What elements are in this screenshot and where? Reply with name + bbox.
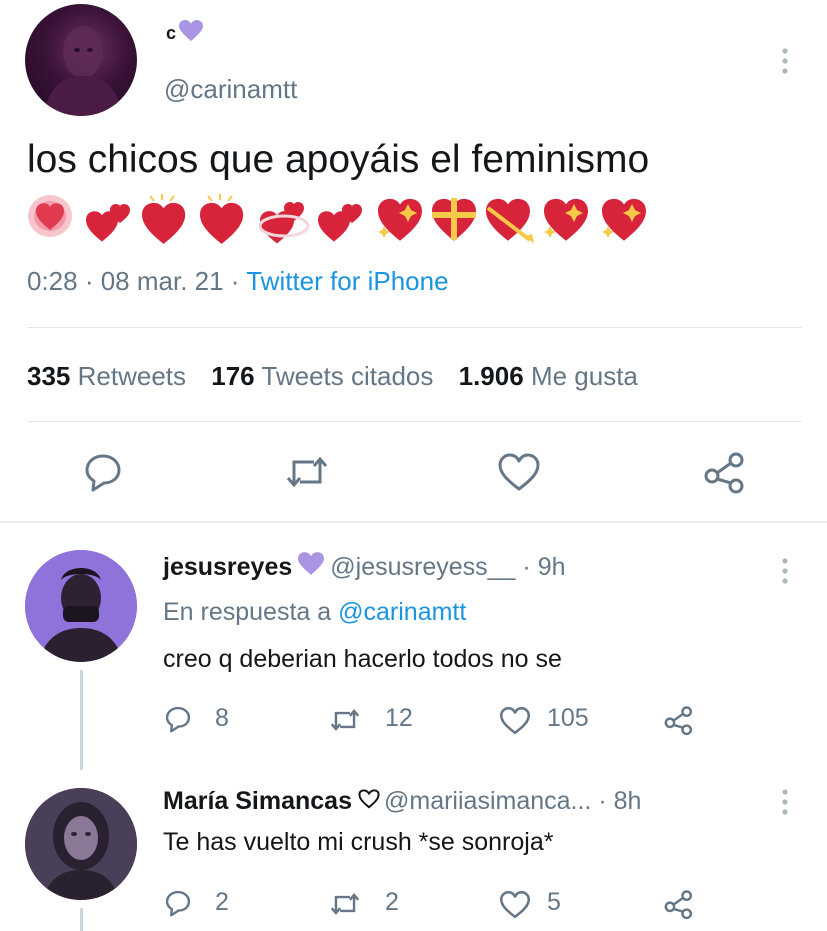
divider xyxy=(27,421,802,422)
reply-icon[interactable] xyxy=(163,704,193,734)
sparkling-heart-emoji xyxy=(318,204,362,242)
reply-icon[interactable] xyxy=(81,450,125,494)
reply-count: 2 xyxy=(215,888,229,916)
tweet-date: 08 mar. 21 xyxy=(100,266,224,296)
more-options-icon[interactable] xyxy=(780,787,790,817)
quotes-label: Tweets citados xyxy=(261,361,434,391)
emoji-row xyxy=(24,190,664,246)
reply-author-handle[interactable]: @mariiasimanca... xyxy=(384,787,591,816)
share-icon[interactable] xyxy=(663,888,695,920)
retweet-count: 2 xyxy=(385,888,399,916)
user-handle[interactable]: @carinamtt xyxy=(164,74,297,105)
more-options-icon[interactable] xyxy=(780,556,790,586)
sparkle-heart-emoji xyxy=(602,198,646,241)
heart-emoji xyxy=(142,194,186,244)
reply-author-handle[interactable]: @jesusreyess__ xyxy=(330,553,515,582)
section-divider xyxy=(0,521,827,523)
like-icon[interactable] xyxy=(499,706,531,735)
reply-icon[interactable] xyxy=(163,888,193,918)
reply-to-prefix: En respuesta a xyxy=(163,598,332,626)
retweets-stat[interactable]: 335 Retweets xyxy=(27,361,186,391)
sparkle-heart-emoji xyxy=(544,198,588,241)
like-count: 5 xyxy=(547,888,561,916)
reply-to-handle-link[interactable]: @carinamtt xyxy=(338,598,466,626)
tweet-text: los chicos que apoyáis el feminismo xyxy=(27,138,650,181)
reply-count: 8 xyxy=(215,704,229,732)
heart-outline-icon xyxy=(358,787,380,816)
thread-line xyxy=(80,908,83,931)
reply-header: jesusreyes @jesusreyess__ · 9h xyxy=(163,552,566,583)
like-icon[interactable] xyxy=(499,890,531,919)
like-icon[interactable] xyxy=(497,452,541,492)
reply-time: 9h xyxy=(537,553,566,581)
sparkling-heart-emoji xyxy=(86,204,130,242)
display-name[interactable]: c xyxy=(166,23,176,44)
reply-author-name[interactable]: María Simancas xyxy=(163,787,352,816)
likes-stat[interactable]: 1.906 Me gusta xyxy=(459,361,638,391)
retweets-label: Retweets xyxy=(77,361,187,391)
reply-avatar[interactable] xyxy=(25,550,137,662)
like-count: 105 xyxy=(547,704,589,732)
heart-with-ribbon-emoji xyxy=(258,202,310,244)
arrow-heart-emoji xyxy=(486,198,534,244)
retweet-icon[interactable] xyxy=(329,706,361,734)
more-options-icon[interactable] xyxy=(780,46,790,76)
reply-context: En respuesta a @carinamtt xyxy=(163,598,466,627)
tweet-meta: 0:28 · 08 mar. 21 · Twitter for iPhone xyxy=(27,266,449,296)
reply-action-bar: 2 2 5 xyxy=(163,886,723,922)
share-icon[interactable] xyxy=(702,450,748,494)
gift-heart-emoji xyxy=(432,198,476,241)
share-icon[interactable] xyxy=(663,704,695,736)
heart-emoji xyxy=(200,194,244,244)
reply-avatar[interactable] xyxy=(25,788,137,900)
reply-action-bar: 8 12 105 xyxy=(163,702,723,738)
likes-count: 1.906 xyxy=(458,361,524,391)
revolving-hearts-emoji xyxy=(28,195,72,237)
reply-time: 8h xyxy=(613,787,642,815)
reply-author-name[interactable]: jesusreyes xyxy=(163,553,292,582)
thread-line xyxy=(80,670,83,770)
reply-header: María Simancas @mariiasimanca... · 8h xyxy=(163,787,642,816)
display-name-row: c xyxy=(166,20,204,47)
reply-text: creo q deberian hacerlo todos no se xyxy=(163,645,562,673)
quotes-count: 176 xyxy=(211,361,255,391)
purple-heart-icon xyxy=(298,552,325,583)
sparkle-heart-emoji xyxy=(378,198,422,241)
divider xyxy=(27,327,802,328)
tweet-source-link[interactable]: Twitter for iPhone xyxy=(246,266,448,296)
tweet-time: 0:28 xyxy=(27,266,78,296)
purple-heart-icon xyxy=(179,20,204,47)
retweet-count: 12 xyxy=(385,704,413,732)
avatar[interactable] xyxy=(25,4,137,116)
retweets-count: 335 xyxy=(27,361,71,391)
tweet-stats: 335 Retweets 176 Tweets citados 1.906 Me… xyxy=(27,361,638,392)
retweet-icon[interactable] xyxy=(284,452,330,492)
quotes-stat[interactable]: 176 Tweets citados xyxy=(211,361,433,391)
reply-text: Te has vuelto mi crush *se sonroja* xyxy=(163,828,554,856)
likes-label: Me gusta xyxy=(530,361,638,391)
retweet-icon[interactable] xyxy=(329,890,361,918)
